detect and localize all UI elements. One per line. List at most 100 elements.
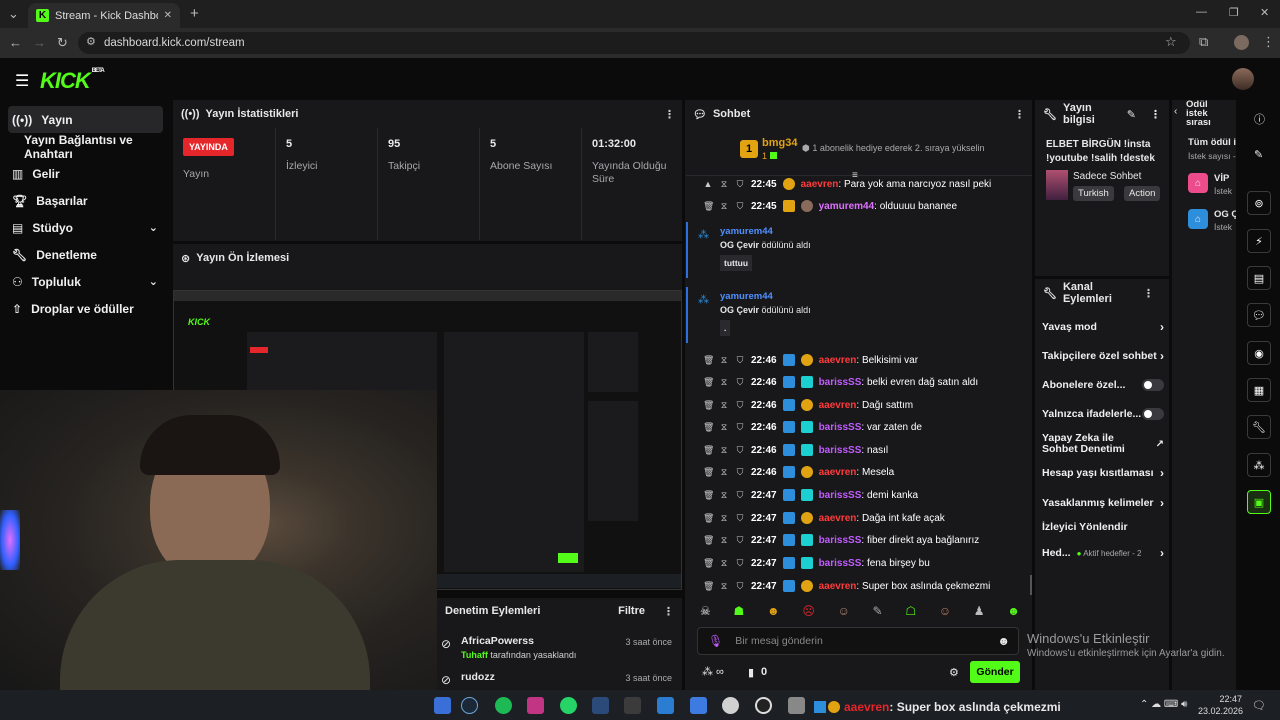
tray-icons[interactable]: ⌃ ☁ ⌨ 🔊︎ (1140, 699, 1187, 710)
timeout-icon[interactable]: ⧖ (719, 467, 729, 478)
shield-icon[interactable]: ⛉ (735, 558, 745, 569)
chat-input[interactable]: 🎙︎ Bir mesaj gönderin ☻ (697, 627, 1019, 655)
profile-avatar[interactable] (1234, 35, 1249, 50)
tag-chip[interactable]: Turkish (1073, 186, 1114, 201)
delete-icon[interactable]: 🗑︎ (703, 558, 714, 569)
chat-message[interactable]: 🗑︎ ⧖ ⛉ 22:47 barissSS: demi kanka (703, 485, 918, 505)
reward-user[interactable]: yamurem44 (720, 226, 1032, 237)
message-user[interactable]: aaevren (819, 581, 857, 592)
notification-icon[interactable]: 🗨︎ (1252, 699, 1266, 712)
chat-message[interactable]: 🗑︎ ⧖ ⛉ 22:46 aaevren: Dağı sattım (703, 395, 913, 415)
action-ai-moderation[interactable]: Yapay Zeka ile Sohbet Denetimi ↗ (1042, 433, 1164, 455)
pin-icon[interactable]: ▲ (703, 179, 713, 189)
reward-queue-toggle-icon[interactable]: ⊚ (1247, 191, 1271, 215)
delete-icon[interactable]: 🗑︎ (703, 445, 714, 456)
steam-icon[interactable] (461, 697, 478, 714)
action-subscribers-only[interactable]: Abonelere özel... (1042, 379, 1164, 391)
timeout-icon[interactable]: ⧖ (719, 179, 729, 190)
timeout-icon[interactable]: ⧖ (719, 581, 729, 592)
timeout-icon[interactable]: ⧖ (719, 535, 729, 546)
chat-message[interactable]: 🗑︎ ⧖ ⛉ 22:47 barissSS: fiber direkt aya bağl… (703, 530, 979, 550)
more-options-icon[interactable]: ⋮ (664, 108, 675, 121)
message-user[interactable]: aaevren (819, 513, 857, 524)
timeout-icon[interactable]: ⧖ (719, 513, 729, 524)
clips-icon[interactable]: ▣ (1247, 490, 1271, 514)
emote-icon[interactable]: ☻ (767, 604, 780, 622)
moderation-user[interactable]: rudozz (461, 671, 495, 683)
chat-message[interactable]: 🗑︎ ⧖ ⛉ 22:46 barissSS: nasıl (703, 440, 888, 460)
reward-queue-item[interactable]: VİP (1214, 173, 1229, 184)
action-account-age[interactable]: Hesap yaşı kısıtlaması › (1042, 466, 1164, 480)
app-icon[interactable] (592, 697, 609, 714)
message-user[interactable]: aaevren (819, 355, 857, 366)
timeout-icon[interactable]: ⧖ (719, 558, 729, 569)
more-options-icon[interactable]: ⋮ (1150, 108, 1161, 121)
sidebar-item-gelir[interactable]: ▥ Gelir (0, 160, 172, 187)
action-banned-words[interactable]: Yasaklanmış kelimeler › (1042, 496, 1164, 510)
app-icon[interactable] (722, 697, 739, 714)
shield-icon[interactable]: ⛉ (735, 179, 745, 190)
subscribers-only-toggle[interactable] (1142, 379, 1164, 391)
info-icon[interactable]: ⓘ (1254, 111, 1265, 127)
layout-icon[interactable]: ▦ (1247, 378, 1271, 402)
site-info-icon[interactable]: ⚙ (86, 35, 96, 48)
window-minimize-button[interactable]: — (1196, 6, 1207, 18)
emotes-only-toggle[interactable] (1142, 408, 1164, 420)
delete-icon[interactable]: 🗑︎ (703, 201, 714, 212)
chat-message[interactable]: 🗑︎ ⧖ ⛉ 22:47 barissSS: fena birşey bu (703, 553, 930, 573)
shield-icon[interactable]: ⛉ (735, 535, 745, 546)
message-user[interactable]: aaevren (801, 179, 839, 190)
back-icon[interactable]: ← (9, 35, 22, 50)
wrench-toggle-icon[interactable]: 🔧︎ (1247, 415, 1271, 439)
shield-icon[interactable]: ⛉ (735, 490, 745, 501)
timeout-icon[interactable]: ⧖ (719, 400, 729, 411)
window-maximize-button[interactable]: ❐ (1229, 6, 1239, 19)
clock-date[interactable]: 23.02.2026 (1198, 706, 1243, 716)
emote-icon[interactable]: ☠ (700, 604, 711, 622)
points-toggle-icon[interactable]: ⁂ (1247, 453, 1271, 477)
sidebar-item-droplar[interactable]: ⇧ Droplar ve ödüller (0, 295, 172, 322)
address-bar[interactable]: dashboard.kick.com/stream (78, 32, 1190, 54)
send-button[interactable]: Gönder (970, 661, 1020, 683)
leaderboard-user[interactable]: bmg34 (762, 137, 797, 149)
delete-icon[interactable]: 🗑︎ (703, 377, 714, 388)
spotify-icon[interactable] (495, 697, 512, 714)
shield-icon[interactable]: ⛉ (735, 400, 745, 411)
message-user[interactable]: barissSS (819, 490, 862, 501)
sidebar-item-stream-key[interactable]: Yayın Bağlantısı ve Anahtarı (0, 133, 172, 161)
reload-icon[interactable]: ↻ (57, 35, 68, 51)
delete-icon[interactable]: 🗑︎ (703, 355, 714, 366)
browser-menu-icon[interactable]: ⋮ (1262, 34, 1275, 50)
shield-icon[interactable]: ⛉ (735, 467, 745, 478)
message-user[interactable]: yamurem44 (819, 201, 875, 212)
chat-message[interactable]: 🗑︎ ⧖ ⛉ 22:46 aaevren: Mesela (703, 462, 894, 482)
action-goals[interactable]: Hed... ● Aktif hedefler - 2 › (1042, 546, 1164, 560)
moderation-user[interactable]: AfricaPowerss (461, 635, 534, 647)
whatsapp-icon[interactable] (560, 697, 577, 714)
shield-icon[interactable]: ⛉ (735, 581, 745, 592)
delete-icon[interactable]: 🗑︎ (703, 422, 714, 433)
chat-message[interactable]: 🗑︎ ⧖ ⛉ 22:47 aaevren: Dağa int kafe açak (703, 508, 945, 528)
kick-logo[interactable]: KICK BETA (40, 68, 105, 94)
timeout-icon[interactable]: ⧖ (719, 355, 729, 366)
action-slow-mode[interactable]: Yavaş mod › (1042, 320, 1164, 334)
emote-icon[interactable]: ☗ (733, 604, 744, 622)
vscode-icon[interactable] (657, 697, 674, 714)
delete-icon[interactable]: 🗑︎ (703, 581, 714, 592)
shield-icon[interactable]: ⛉ (735, 377, 745, 388)
timeout-icon[interactable]: ⧖ (719, 201, 729, 212)
new-tab-button[interactable]: + (190, 5, 199, 22)
timeout-icon[interactable]: ⧖ (719, 422, 729, 433)
clock-time[interactable]: 22:47 (1206, 694, 1242, 704)
app-icon[interactable] (788, 697, 805, 714)
timeout-icon[interactable]: ⧖ (719, 377, 729, 388)
sidebar-item-denetleme[interactable]: 🔧︎ Denetleme (0, 241, 172, 268)
message-user[interactable]: barissSS (819, 558, 862, 569)
chat-message[interactable]: ▲ ⧖ ⛉ 22:45 aaevren: Para yok ama narcıyoz… (703, 174, 991, 194)
tag-chip[interactable]: Action (1124, 186, 1161, 201)
emote-icon[interactable]: ☺ (838, 604, 850, 622)
more-options-icon[interactable]: ⋮ (663, 605, 674, 618)
delete-icon[interactable]: 🗑︎ (703, 513, 714, 524)
chat-message[interactable]: 🗑︎ ⧖ ⛉ 22:47 aaevren: Super box aslında çekm… (703, 576, 990, 596)
delete-icon[interactable]: 🗑︎ (703, 490, 714, 501)
